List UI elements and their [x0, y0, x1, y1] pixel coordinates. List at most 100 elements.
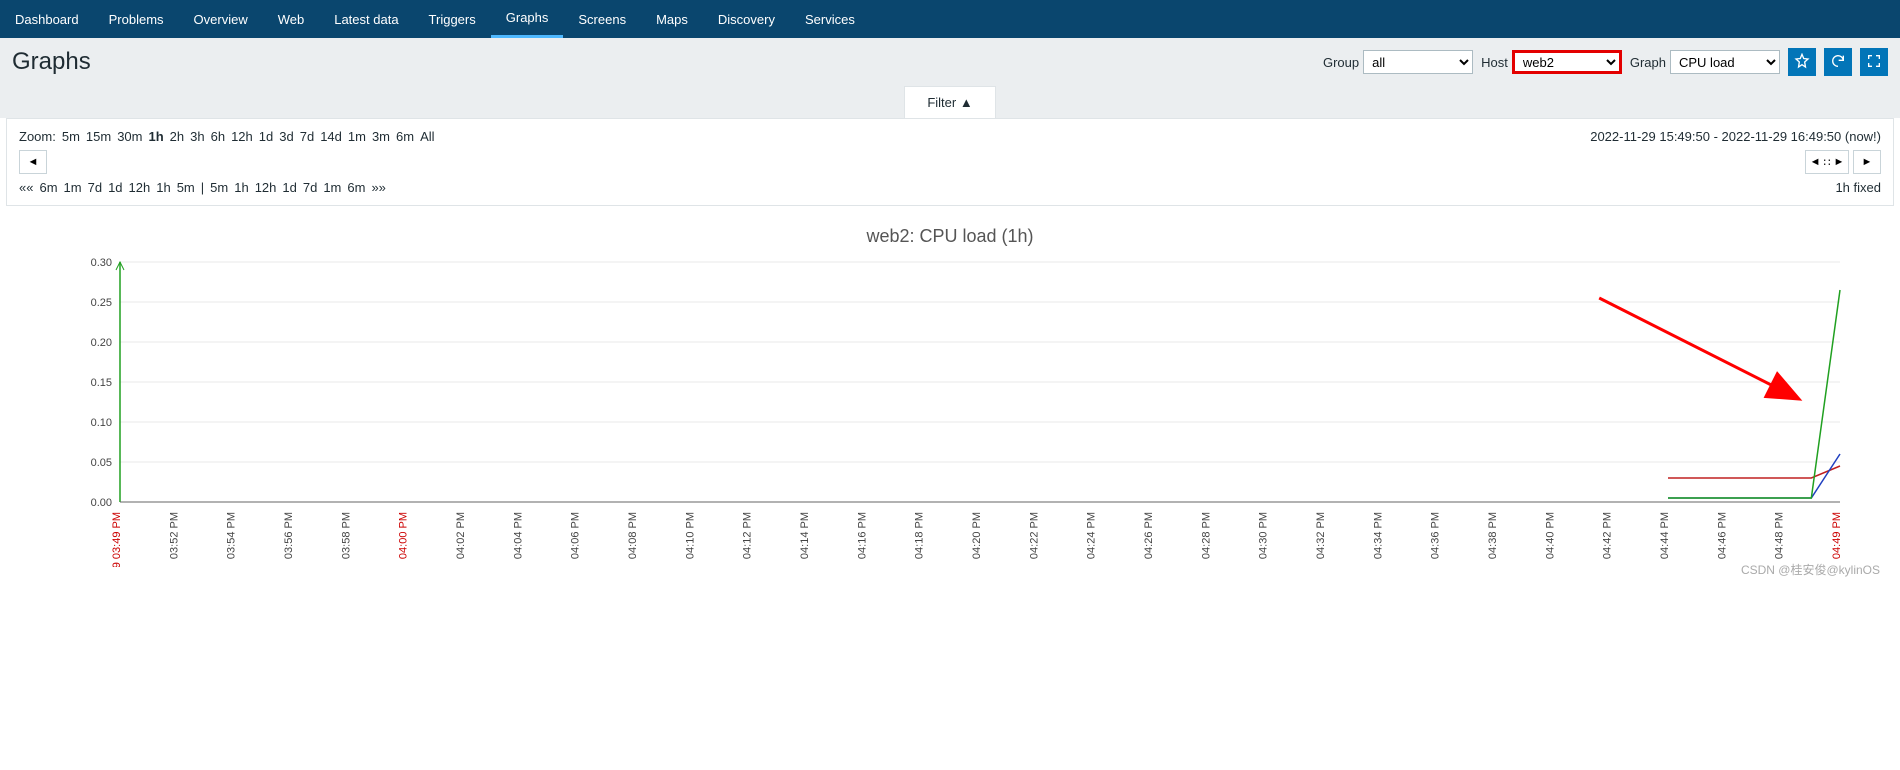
zoom-30m[interactable]: 30m [117, 129, 142, 144]
zoom-1h[interactable]: 1h [149, 129, 164, 144]
shift-back-1m[interactable]: 1m [64, 180, 82, 195]
nav-services[interactable]: Services [790, 0, 870, 38]
shift-fwd-1d[interactable]: 1d [282, 180, 296, 195]
nav-latest-data[interactable]: Latest data [319, 0, 413, 38]
svg-text:0.20: 0.20 [91, 337, 112, 349]
svg-text:04:42 PM: 04:42 PM [1602, 512, 1614, 559]
svg-text:04:06 PM: 04:06 PM [570, 512, 582, 559]
star-icon [1794, 53, 1810, 72]
nav-overview[interactable]: Overview [179, 0, 263, 38]
time-next-button[interactable]: ► [1853, 150, 1881, 174]
svg-text:04:28 PM: 04:28 PM [1200, 512, 1212, 559]
graph-select-label: Graph [1630, 55, 1666, 70]
svg-text:04:02 PM: 04:02 PM [455, 512, 467, 559]
shift-fwd-6m[interactable]: 6m [347, 180, 365, 195]
shift-right-suffix: »» [371, 180, 385, 195]
svg-text:04:38 PM: 04:38 PM [1487, 512, 1499, 559]
shift-back-1h[interactable]: 1h [156, 180, 170, 195]
nav-maps[interactable]: Maps [641, 0, 703, 38]
svg-text:04:10 PM: 04:10 PM [684, 512, 696, 559]
shift-fwd-7d[interactable]: 7d [303, 180, 317, 195]
svg-text:04:22 PM: 04:22 PM [1028, 512, 1040, 559]
svg-text:04:26 PM: 04:26 PM [1143, 512, 1155, 559]
svg-text:04:14 PM: 04:14 PM [799, 512, 811, 559]
dots-icon: ∷ [1824, 156, 1831, 169]
svg-text:04:16 PM: 04:16 PM [856, 512, 868, 559]
zoom-12h[interactable]: 12h [231, 129, 253, 144]
filter-tab-row: Filter ▲ [0, 86, 1900, 118]
svg-text:04:46 PM: 04:46 PM [1716, 512, 1728, 559]
svg-text:04:48 PM: 04:48 PM [1774, 512, 1786, 559]
nav-graphs[interactable]: Graphs [491, 0, 564, 38]
zoom-6h[interactable]: 6h [211, 129, 225, 144]
refresh-button[interactable] [1824, 48, 1852, 76]
svg-text:04:00 PM: 04:00 PM [398, 512, 410, 559]
filter-controls: Group all Host web2 Graph CPU load [1323, 48, 1888, 76]
zoom-3h[interactable]: 3h [190, 129, 204, 144]
shift-back-1d[interactable]: 1d [108, 180, 122, 195]
watermark: CSDN @桂安俊@kylinOS [1741, 561, 1880, 578]
svg-text:04:20 PM: 04:20 PM [971, 512, 983, 559]
triangle-left-icon: ◄ [1810, 156, 1821, 168]
time-range-button[interactable]: ◄∷► [1805, 150, 1849, 174]
chart: 0.000.050.100.150.200.250.30/29 03:49 PM… [40, 257, 1860, 567]
svg-text:04:04 PM: 04:04 PM [512, 512, 524, 559]
zoom-7d[interactable]: 7d [300, 129, 314, 144]
zoom-All[interactable]: All [420, 129, 434, 144]
fullscreen-icon [1866, 53, 1882, 72]
svg-text:04:36 PM: 04:36 PM [1430, 512, 1442, 559]
svg-text:0.10: 0.10 [91, 417, 112, 429]
group-select[interactable]: all [1363, 50, 1473, 74]
host-select[interactable]: web2 [1512, 50, 1622, 74]
svg-text:0.30: 0.30 [91, 257, 112, 269]
group-filter: Group all [1323, 50, 1473, 74]
group-label: Group [1323, 55, 1359, 70]
shift-back-6m[interactable]: 6m [39, 180, 57, 195]
time-prev-button[interactable]: ◄ [19, 150, 47, 174]
nav-screens[interactable]: Screens [563, 0, 641, 38]
nav-triggers[interactable]: Triggers [414, 0, 491, 38]
zoom-6m[interactable]: 6m [396, 129, 414, 144]
svg-text:04:34 PM: 04:34 PM [1372, 512, 1384, 559]
shift-fwd-5m[interactable]: 5m [210, 180, 228, 195]
svg-text:04:49 PM: 04:49 PM [1831, 512, 1843, 559]
refresh-icon [1830, 53, 1846, 72]
filter-toggle[interactable]: Filter ▲ [904, 86, 995, 118]
zoom-1m[interactable]: 1m [348, 129, 366, 144]
triangle-right-icon: ► [1834, 156, 1845, 168]
favorite-button[interactable] [1788, 48, 1816, 76]
shift-sep: | [201, 180, 204, 195]
chart-area: web2: CPU load (1h) 0.000.050.100.150.20… [0, 206, 1900, 580]
svg-text:04:24 PM: 04:24 PM [1086, 512, 1098, 559]
page-header: Graphs Group all Host web2 Graph CPU loa… [0, 38, 1900, 86]
shift-back-5m[interactable]: 5m [177, 180, 195, 195]
shift-back-12h[interactable]: 12h [129, 180, 151, 195]
shift-fwd-1h[interactable]: 1h [234, 180, 248, 195]
svg-text:04:12 PM: 04:12 PM [742, 512, 754, 559]
shift-back-7d[interactable]: 7d [88, 180, 102, 195]
nav-dashboard[interactable]: Dashboard [0, 0, 94, 38]
zoom-2h[interactable]: 2h [170, 129, 184, 144]
zoom-15m[interactable]: 15m [86, 129, 111, 144]
svg-text:04:18 PM: 04:18 PM [914, 512, 926, 559]
nav-web[interactable]: Web [263, 0, 320, 38]
page-title: Graphs [12, 48, 91, 76]
zoom-1d[interactable]: 1d [259, 129, 273, 144]
shift-left-prefix: «« [19, 180, 33, 195]
svg-text:04:32 PM: 04:32 PM [1315, 512, 1327, 559]
nav-discovery[interactable]: Discovery [703, 0, 790, 38]
graph-select[interactable]: CPU load [1670, 50, 1780, 74]
zoom-14d[interactable]: 14d [320, 129, 342, 144]
shift-fwd-1m[interactable]: 1m [323, 180, 341, 195]
nav-problems[interactable]: Problems [94, 0, 179, 38]
fullscreen-button[interactable] [1860, 48, 1888, 76]
host-label: Host [1481, 55, 1508, 70]
main-nav: DashboardProblemsOverviewWebLatest dataT… [0, 0, 1900, 38]
zoom-3d[interactable]: 3d [279, 129, 293, 144]
zoom-5m[interactable]: 5m [62, 129, 80, 144]
zoom-3m[interactable]: 3m [372, 129, 390, 144]
time-panel: Zoom:5m15m30m1h2h3h6h12h1d3d7d14d1m3m6mA… [6, 118, 1894, 206]
shift-fwd-12h[interactable]: 12h [255, 180, 277, 195]
svg-text:/29 03:49 PM: /29 03:49 PM [111, 512, 123, 567]
svg-text:04:08 PM: 04:08 PM [627, 512, 639, 559]
